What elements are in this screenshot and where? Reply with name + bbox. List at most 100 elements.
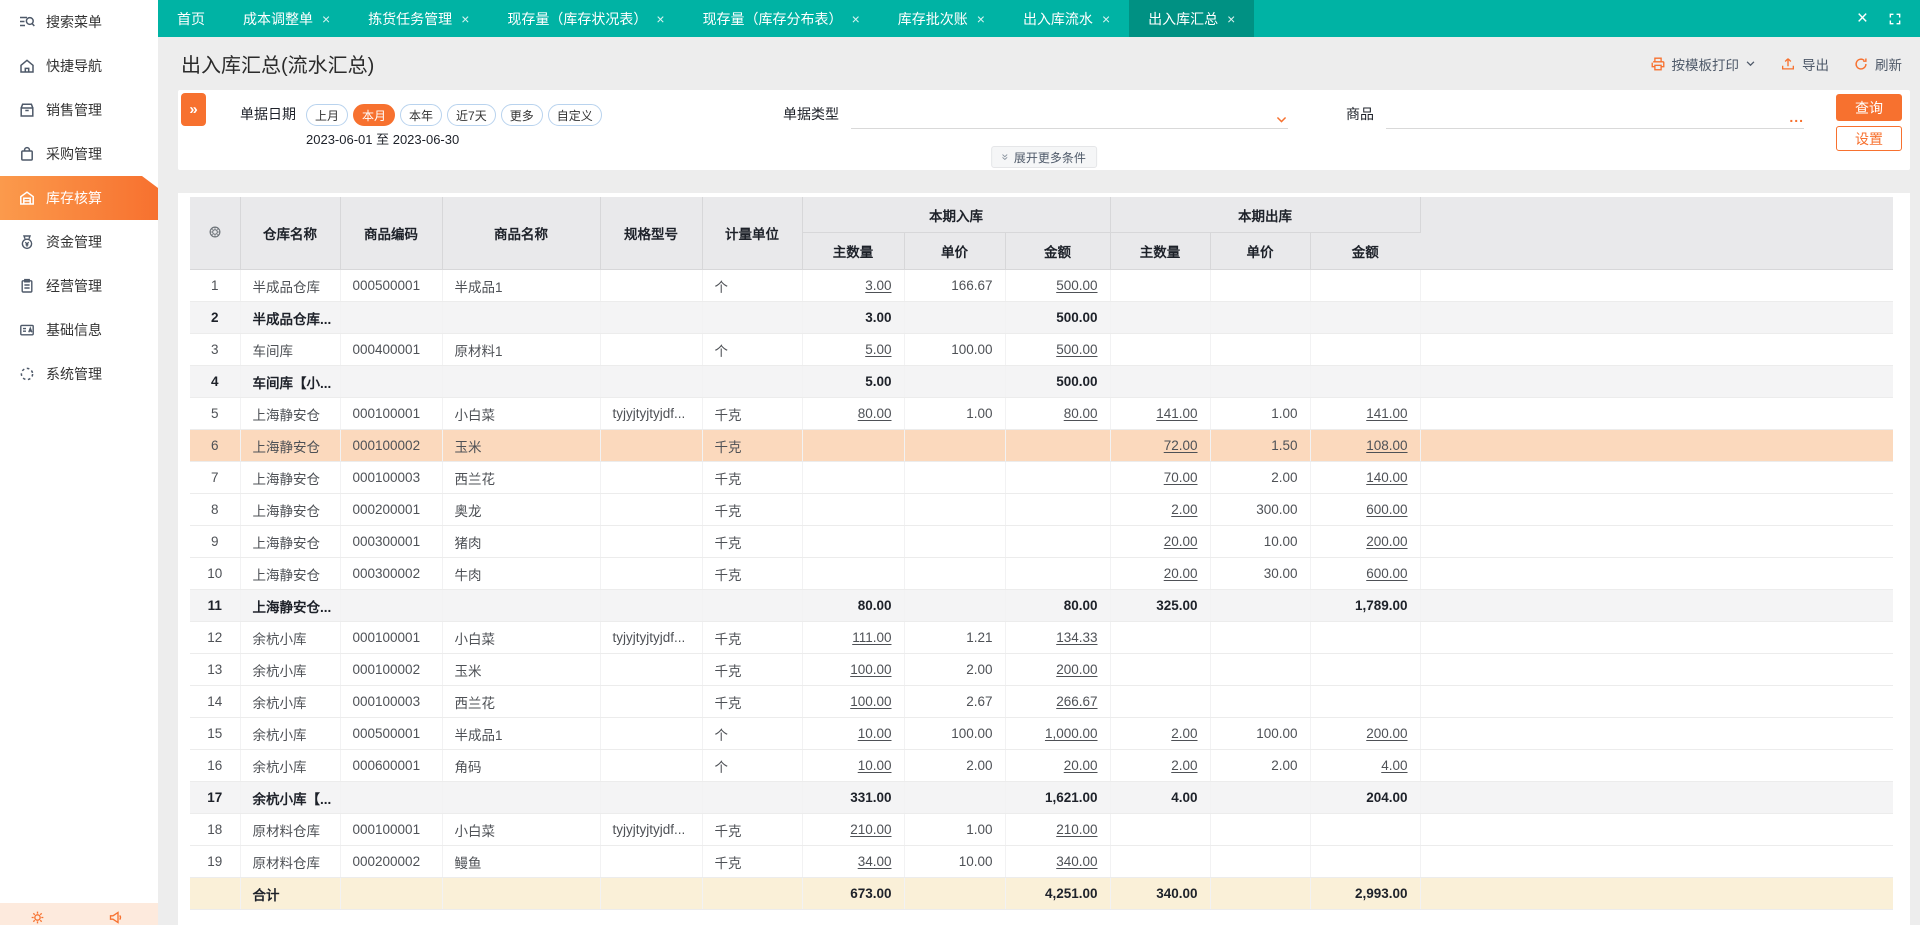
col-header-out-qty[interactable]: 主数量 — [1110, 232, 1211, 270]
col-header-product-name[interactable]: 商品名称 — [442, 197, 601, 270]
cell-in-amount-link[interactable]: 200.00 — [1056, 662, 1097, 677]
col-header-product-code[interactable]: 商品编码 — [340, 197, 443, 270]
col-header-out-amount[interactable]: 金额 — [1310, 232, 1421, 270]
cell-out-amount-link[interactable]: 200.00 — [1366, 534, 1407, 549]
cell-out-amount-link[interactable]: 600.00 — [1366, 502, 1407, 517]
export-button[interactable]: 导出 — [1780, 54, 1829, 74]
cell-out-amount-link[interactable]: 600.00 — [1366, 566, 1407, 581]
sidebar-item-资金管理[interactable]: 资金管理 — [0, 220, 158, 264]
cell-out-amount-link[interactable]: 4.00 — [1381, 758, 1407, 773]
tab-close-icon[interactable]: × — [1227, 12, 1235, 26]
tab-库存批次账[interactable]: 库存批次账 × — [879, 0, 1004, 37]
cell-in-amount[interactable]: 134.33 — [1005, 621, 1111, 654]
subtotal-row[interactable]: 17 余杭小库【... 331.00 1,621.00 4.00 204.00 — [190, 781, 1894, 814]
cell-in-qty[interactable]: 111.00 — [802, 621, 905, 654]
cell-in-amount[interactable]: 210.00 — [1005, 813, 1111, 846]
table-row[interactable]: 5 上海静安仓 000100001 小白菜 tyjyjtyjtyjdf... 千克 80.0… — [190, 397, 1894, 430]
cell-out-amount[interactable]: 140.00 — [1310, 461, 1421, 494]
cell-in-amount-link[interactable]: 80.00 — [1064, 406, 1098, 421]
sidebar-item-基础信息[interactable]: 基础信息 — [0, 308, 158, 352]
cell-out-amount[interactable]: 108.00 — [1310, 429, 1421, 462]
fullscreen-icon[interactable] — [1888, 12, 1902, 26]
date-option-上月[interactable]: 上月 — [306, 104, 349, 126]
cell-in-qty[interactable]: 3.00 — [802, 269, 905, 302]
more-options-ellipsis[interactable]: ... — [1789, 110, 1804, 124]
subtotal-row[interactable]: 11 上海静安仓... 80.00 80.00 325.00 1,789.00 — [190, 589, 1894, 622]
table-row[interactable]: 10 上海静安仓 000300002 牛肉 千克 20.00 30.00 600.00 — [190, 557, 1894, 590]
tab-close-icon[interactable]: × — [852, 12, 860, 26]
cell-out-qty[interactable]: 72.00 — [1110, 429, 1211, 462]
cell-in-amount-link[interactable]: 134.33 — [1056, 630, 1097, 645]
cell-in-amount-link[interactable]: 210.00 — [1056, 822, 1097, 837]
sidebar-item-库存核算[interactable]: 库存核算 — [0, 176, 158, 220]
cell-out-amount-link[interactable]: 108.00 — [1366, 438, 1407, 453]
tab-出入库流水[interactable]: 出入库流水 × — [1004, 0, 1129, 37]
sidebar-item-快捷导航[interactable]: 快捷导航 — [0, 44, 158, 88]
subtotal-row[interactable]: 2 半成品仓库... 3.00 500.00 — [190, 301, 1894, 334]
tab-close-icon[interactable]: × — [322, 12, 330, 26]
cell-in-qty[interactable]: 10.00 — [802, 749, 905, 782]
megaphone-icon[interactable] — [108, 910, 123, 925]
sidebar-item-采购管理[interactable]: 采购管理 — [0, 132, 158, 176]
collapse-filter-button[interactable]: » — [181, 93, 206, 126]
cell-in-qty[interactable]: 10.00 — [802, 717, 905, 750]
cell-in-qty-link[interactable]: 10.00 — [858, 758, 892, 773]
cell-in-amount-link[interactable]: 340.00 — [1056, 854, 1097, 869]
gear-icon[interactable] — [208, 225, 222, 239]
table-row[interactable]: 6 上海静安仓 000100002 玉米 千克 72.00 1.50 108.00 — [190, 429, 1894, 462]
cell-out-qty[interactable]: 70.00 — [1110, 461, 1211, 494]
cell-out-qty-link[interactable]: 70.00 — [1164, 470, 1198, 485]
col-header-warehouse[interactable]: 仓库名称 — [240, 197, 341, 270]
settings-button[interactable]: 设置 — [1836, 126, 1902, 151]
col-header-spec[interactable]: 规格型号 — [600, 197, 703, 270]
cell-out-amount[interactable]: 200.00 — [1310, 525, 1421, 558]
cell-out-amount-link[interactable]: 141.00 — [1366, 406, 1407, 421]
cell-out-qty-link[interactable]: 2.00 — [1171, 502, 1197, 517]
date-option-本年[interactable]: 本年 — [400, 104, 443, 126]
refresh-button[interactable]: 刷新 — [1853, 54, 1902, 74]
table-row[interactable]: 16 余杭小库 000600001 角码 个 10.00 2.00 20.00 2.00 2.00… — [190, 749, 1894, 782]
cell-out-amount[interactable]: 200.00 — [1310, 717, 1421, 750]
table-row[interactable]: 15 余杭小库 000500001 半成品1 个 10.00 100.00 1,000.00 2… — [190, 717, 1894, 750]
table-row[interactable]: 18 原材料仓库 000100001 小白菜 tyjyjtyjtyjdf... 千克 210… — [190, 813, 1894, 846]
cell-in-qty[interactable]: 80.00 — [802, 397, 905, 430]
cell-in-amount[interactable]: 500.00 — [1005, 333, 1111, 366]
cell-out-qty[interactable]: 20.00 — [1110, 557, 1211, 590]
column-config-header[interactable] — [190, 197, 241, 270]
tab-close-icon[interactable]: × — [461, 12, 469, 26]
table-row[interactable]: 7 上海静安仓 000100003 西兰花 千克 70.00 2.00 140.00 — [190, 461, 1894, 494]
cell-out-qty[interactable]: 2.00 — [1110, 717, 1211, 750]
cell-out-qty[interactable]: 2.00 — [1110, 749, 1211, 782]
cell-in-amount[interactable]: 500.00 — [1005, 269, 1111, 302]
date-option-本月[interactable]: 本月 — [353, 104, 396, 126]
cell-in-amount-link[interactable]: 500.00 — [1056, 278, 1097, 293]
col-header-in-price[interactable]: 单价 — [904, 232, 1006, 270]
col-header-out-price[interactable]: 单价 — [1210, 232, 1311, 270]
cell-out-qty-link[interactable]: 141.00 — [1156, 406, 1197, 421]
tab-现存量（库存分布表）[interactable]: 现存量（库存分布表） × — [684, 0, 879, 37]
chevron-down-icon[interactable] — [1275, 113, 1288, 126]
sidebar-item-经营管理[interactable]: 经营管理 — [0, 264, 158, 308]
cell-in-amount[interactable]: 200.00 — [1005, 653, 1111, 686]
cell-in-amount-link[interactable]: 500.00 — [1056, 342, 1097, 357]
cell-in-amount[interactable]: 1,000.00 — [1005, 717, 1111, 750]
col-header-in-amount[interactable]: 金额 — [1005, 232, 1111, 270]
cell-in-amount-link[interactable]: 266.67 — [1056, 694, 1097, 709]
cell-in-amount-link[interactable]: 1,000.00 — [1045, 726, 1098, 741]
cell-out-amount[interactable]: 600.00 — [1310, 557, 1421, 590]
cell-in-qty-link[interactable]: 111.00 — [852, 630, 891, 645]
table-row[interactable]: 3 车间库 000400001 原材料1 个 5.00 100.00 500.00 — [190, 333, 1894, 366]
sidebar-item-系统管理[interactable]: 系统管理 — [0, 352, 158, 396]
cell-in-qty[interactable]: 34.00 — [802, 845, 905, 878]
cell-out-amount[interactable]: 4.00 — [1310, 749, 1421, 782]
date-range-value[interactable]: 2023-06-01 至 2023-06-30 — [306, 129, 602, 148]
tab-出入库汇总[interactable]: 出入库汇总 × — [1129, 0, 1255, 37]
tab-close-icon[interactable]: × — [1102, 12, 1110, 26]
cell-in-qty[interactable]: 5.00 — [802, 333, 905, 366]
sidebar-item-销售管理[interactable]: 销售管理 — [0, 88, 158, 132]
cell-in-qty[interactable]: 210.00 — [802, 813, 905, 846]
cell-out-qty-link[interactable]: 72.00 — [1164, 438, 1198, 453]
total-row[interactable]: 合计 673.00 4,251.00 340.00 2,993.00 — [190, 877, 1894, 910]
table-row[interactable]: 9 上海静安仓 000300001 猪肉 千克 20.00 10.00 200.00 — [190, 525, 1894, 558]
table-row[interactable]: 14 余杭小库 000100003 西兰花 千克 100.00 2.67 266.67 — [190, 685, 1894, 718]
